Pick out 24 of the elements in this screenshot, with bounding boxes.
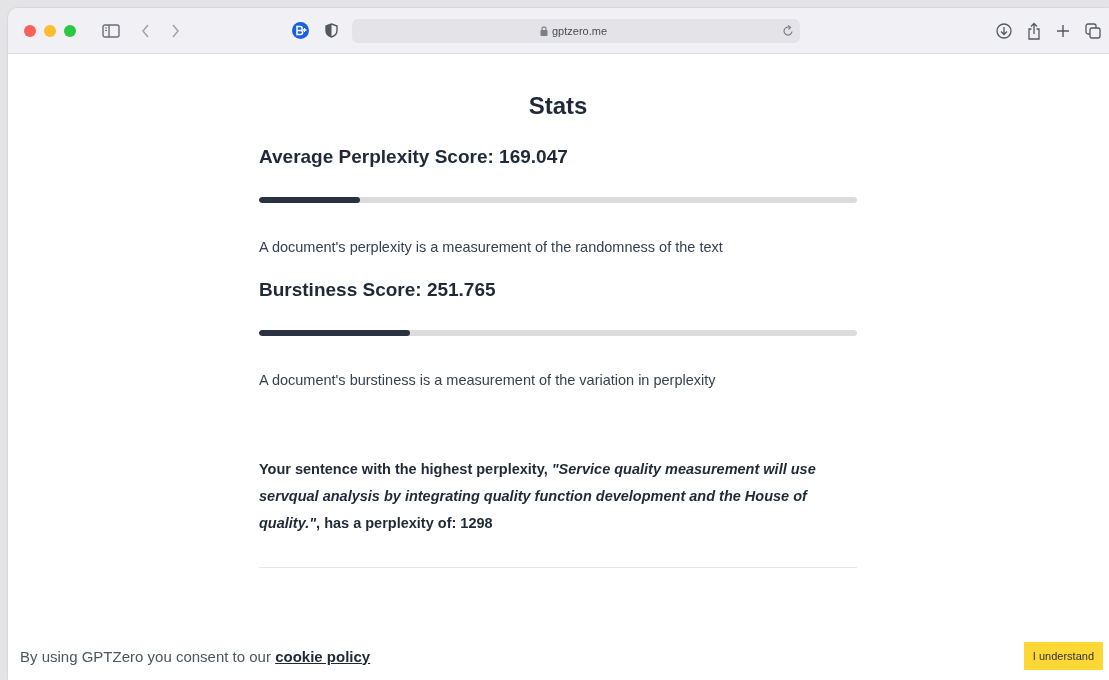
forward-icon[interactable] bbox=[171, 23, 180, 38]
extension-icon[interactable] bbox=[292, 22, 309, 39]
tabs-overview-icon[interactable] bbox=[1085, 22, 1101, 39]
cookie-consent-text: By using GPTZero you consent to our cookie policy bbox=[20, 647, 371, 665]
cookie-policy-link[interactable]: cookie policy bbox=[275, 647, 371, 665]
highest-perplexity-sentence: Your sentence with the highest perplexity, "Service quality measurement will use servqual analysis by integrating quality function development and the House of quality.", has a perplexity of: 1298 bbox=[259, 460, 817, 533]
lock-icon bbox=[540, 25, 548, 36]
reload-icon[interactable] bbox=[782, 24, 794, 37]
score-heading: Burstiness Score: 251.765 bbox=[259, 278, 497, 302]
page-title: Stats bbox=[527, 91, 589, 121]
shield-icon[interactable] bbox=[325, 23, 338, 38]
score-description: A document's burstiness is a measurement of the variation in perplexity bbox=[259, 371, 717, 390]
url-text: gptzero.me bbox=[552, 24, 608, 37]
address-bar[interactable]: gptzero.me bbox=[352, 18, 800, 43]
score-description: A document's perplexity is a measurement of the randomness of the text bbox=[259, 238, 724, 257]
download-icon[interactable] bbox=[996, 22, 1012, 39]
new-tab-icon[interactable] bbox=[1056, 23, 1070, 38]
accept-cookies-button[interactable]: I understand bbox=[1023, 642, 1103, 670]
sidebar-icon[interactable] bbox=[102, 23, 120, 38]
close-window-icon[interactable] bbox=[24, 24, 36, 37]
share-icon[interactable] bbox=[1027, 21, 1041, 40]
score-heading: Average Perplexity Score: 169.047 bbox=[259, 145, 569, 169]
maximize-window-icon[interactable] bbox=[64, 24, 76, 37]
back-icon[interactable] bbox=[141, 23, 150, 38]
